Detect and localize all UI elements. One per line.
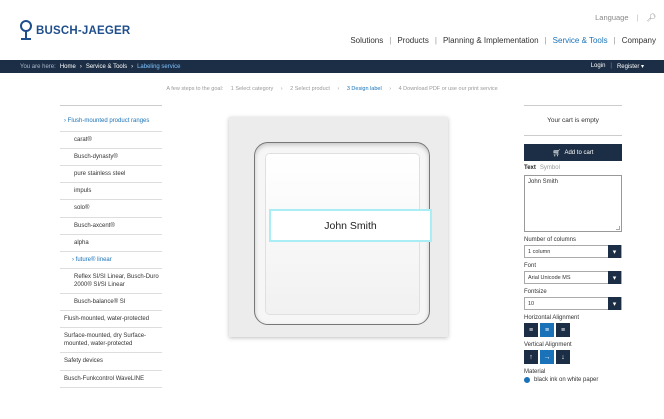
valign-label: Vertical Alignment bbox=[524, 342, 572, 348]
main-nav: Solutions | Products | Planning & Implem… bbox=[350, 36, 656, 45]
align-left-icon[interactable]: ≡ bbox=[524, 323, 538, 337]
font-value: Arial Unicode MS bbox=[528, 274, 571, 281]
columns-select[interactable]: 1 column ▾ bbox=[524, 245, 622, 258]
sidebar-item-surface-mounted[interactable]: Surface-mounted, dry Surface-mounted, wa… bbox=[60, 328, 162, 354]
columns-label: Number of columns bbox=[524, 237, 577, 243]
step-2[interactable]: 2 Select product bbox=[290, 86, 330, 92]
sidebar-item-flush-mounted[interactable]: › Flush-mounted product ranges bbox=[60, 106, 162, 133]
label-type-tabs: Text Symbol bbox=[524, 165, 622, 171]
sidebar-item-busch-axcent[interactable]: Busch-axcent® bbox=[60, 218, 162, 235]
breadcrumb: You are here: Home › Service & Tools › L… bbox=[0, 60, 664, 73]
align-right-icon[interactable]: ≡ bbox=[556, 323, 570, 337]
fontsize-select[interactable]: 10 ▾ bbox=[524, 297, 622, 310]
step-indicator: A few steps to the goal: 1 Select catego… bbox=[0, 86, 664, 92]
switch-rocker: John Smith bbox=[266, 154, 432, 314]
sidebar-item-alpha[interactable]: alpha bbox=[60, 235, 162, 252]
breadcrumb-service-tools[interactable]: Service & Tools bbox=[86, 64, 127, 70]
nav-planning[interactable]: Planning & Implementation bbox=[443, 36, 539, 45]
switch-preview: John Smith bbox=[229, 117, 448, 337]
sidebar-item-pure-stainless[interactable]: pure stainless steel bbox=[60, 166, 162, 184]
utility-nav: Language | 🔎︎ bbox=[595, 13, 656, 22]
switch-frame: John Smith bbox=[254, 142, 432, 325]
breadcrumb-separator: › bbox=[79, 63, 82, 70]
login-link[interactable]: Login bbox=[591, 63, 606, 70]
language-selector[interactable]: Language bbox=[595, 13, 628, 22]
register-link[interactable]: Register ▾ bbox=[617, 63, 644, 70]
add-to-cart-button[interactable]: 🛒︎ Add to cart bbox=[524, 144, 622, 161]
font-select[interactable]: Arial Unicode MS ▾ bbox=[524, 271, 622, 284]
chevron-down-icon[interactable]: ▾ bbox=[608, 297, 621, 310]
resize-handle-icon[interactable] bbox=[616, 226, 620, 230]
align-top-icon[interactable]: ↑ bbox=[524, 350, 538, 364]
brand-name: BUSCH-JAEGER bbox=[36, 25, 131, 37]
step-separator: › bbox=[280, 86, 283, 92]
align-middle-icon[interactable]: → bbox=[540, 350, 554, 364]
material-label: Material bbox=[524, 369, 546, 375]
label-text: John Smith bbox=[324, 219, 377, 232]
step-3[interactable]: 3 Design label bbox=[347, 86, 382, 92]
add-to-cart-label: Add to cart bbox=[564, 149, 594, 156]
sidebar-item-funkcontrol[interactable]: Busch-Funkcontrol WaveLINE bbox=[60, 371, 162, 388]
sidebar-item-safety-devices[interactable]: Safety devices bbox=[60, 353, 162, 371]
step-separator: › bbox=[389, 86, 392, 92]
step-separator: › bbox=[337, 86, 340, 92]
sidebar-item-carat[interactable]: carat® bbox=[60, 132, 162, 150]
halign-label: Horizontal Alignment bbox=[524, 315, 580, 321]
separator: | bbox=[636, 13, 639, 22]
nav-products[interactable]: Products bbox=[397, 36, 429, 45]
breadcrumb-home[interactable]: Home bbox=[60, 64, 76, 70]
step-4[interactable]: 4 Download PDF or use our print service bbox=[399, 86, 498, 92]
fontsize-value: 10 bbox=[528, 300, 535, 307]
cart-status-text: Your cart is empty bbox=[547, 117, 599, 124]
columns-value: 1 column bbox=[528, 248, 551, 255]
halign-buttons: ≡ ≡ ≡ bbox=[524, 323, 622, 337]
radio-selected-icon[interactable] bbox=[524, 377, 530, 383]
tab-text[interactable]: Text bbox=[524, 165, 536, 171]
label-field[interactable]: John Smith bbox=[269, 209, 432, 242]
font-label: Font bbox=[524, 263, 537, 269]
nav-company[interactable]: Company bbox=[622, 36, 656, 45]
align-bottom-icon[interactable]: ↓ bbox=[556, 350, 570, 364]
search-icon[interactable]: 🔎︎ bbox=[646, 13, 656, 22]
site-header: BUSCH-JAEGER Language | 🔎︎ Solutions | P… bbox=[0, 0, 664, 60]
sidebar-item-flush-water[interactable]: Flush-mounted, water-protected bbox=[60, 311, 162, 329]
sidebar-item-busch-balance[interactable]: Busch-balance® SI bbox=[60, 294, 162, 312]
product-category-sidebar: › Flush-mounted product ranges carat® Bu… bbox=[60, 105, 162, 388]
brand-logo[interactable]: BUSCH-JAEGER bbox=[20, 20, 130, 42]
tab-symbol[interactable]: Symbol bbox=[540, 165, 560, 171]
nav-solutions[interactable]: Solutions bbox=[350, 36, 383, 45]
breadcrumb-prefix: You are here: bbox=[20, 63, 56, 70]
material-option[interactable]: black ink on white paper bbox=[524, 377, 622, 383]
align-center-icon[interactable]: ≡ bbox=[540, 323, 554, 337]
cart-status: Your cart is empty bbox=[524, 105, 622, 136]
chevron-down-icon[interactable]: ▾ bbox=[608, 245, 621, 258]
sidebar-item-solo[interactable]: solo® bbox=[60, 200, 162, 218]
design-panel: Your cart is empty 🛒︎ Add to cart Text S… bbox=[524, 105, 622, 383]
steps-intro: A few steps to the goal: bbox=[166, 86, 224, 92]
valign-buttons: ↑ → ↓ bbox=[524, 350, 622, 364]
breadcrumb-labeling-service[interactable]: Labeling service bbox=[137, 64, 180, 70]
fontsize-label: Fontsize bbox=[524, 289, 547, 295]
breadcrumb-separator: › bbox=[131, 63, 134, 70]
sidebar-item-busch-dynasty[interactable]: Busch-dynasty® bbox=[60, 149, 162, 167]
chevron-down-icon[interactable]: ▾ bbox=[608, 271, 621, 284]
nav-service-tools[interactable]: Service & Tools bbox=[553, 36, 608, 45]
material-value: black ink on white paper bbox=[534, 377, 599, 383]
step-1[interactable]: 1 Select category bbox=[231, 86, 274, 92]
sidebar-item-reflex[interactable]: Reflex SI/SI Linear, Busch-Duro 2000® SI… bbox=[60, 269, 162, 295]
sidebar-item-future-linear[interactable]: › future® linear bbox=[60, 252, 162, 269]
brand-logo-icon bbox=[20, 20, 32, 42]
sidebar-item-impuls[interactable]: impuls bbox=[60, 183, 162, 201]
cart-icon: 🛒︎ bbox=[552, 149, 562, 157]
label-text-value: John Smith bbox=[528, 179, 559, 185]
label-text-input[interactable]: John Smith bbox=[524, 175, 622, 232]
